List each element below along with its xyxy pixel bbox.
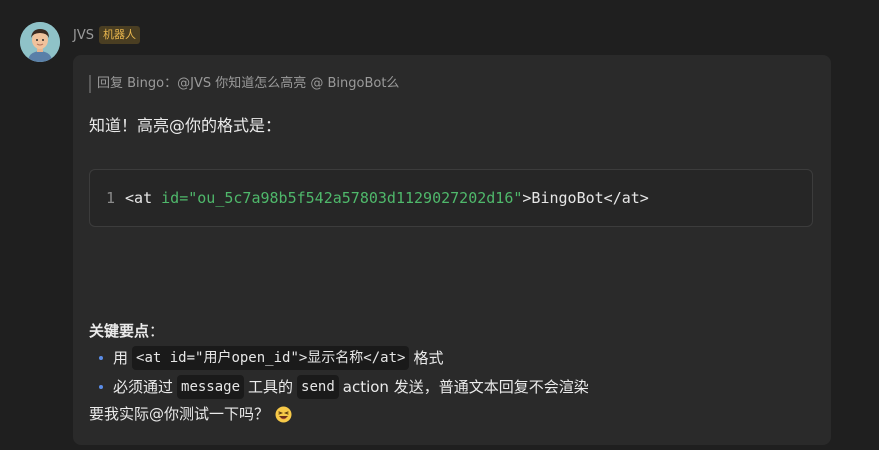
list-item: 必须通过 message 工具的 send action 发送，普通文本回复不会… — [99, 375, 589, 399]
section-title: 关键要点： — [89, 320, 164, 342]
user-avatar-icon — [20, 22, 60, 62]
reply-quote[interactable]: 回复 Bingo：@JVS 你知道怎么高亮 @ BingoBot么 — [89, 75, 399, 93]
bullet-suffix: 格式 — [413, 349, 444, 367]
code-attr-value: "ou_5c7a98b5f542a57803d1129027202d16" — [188, 189, 523, 207]
bullet-middle: 工具的 — [248, 378, 294, 396]
chat-page: JVS 机器人 回复 Bingo：@JVS 你知道怎么高亮 @ BingoBot… — [0, 0, 879, 450]
code-tag-close: >BingoBot</at> — [522, 189, 649, 207]
inline-code: send — [297, 375, 339, 399]
bullet-prefix: 必须通过 — [113, 378, 174, 396]
inline-code: message — [177, 375, 245, 399]
closing-line: 要我实际@你测试一下吗？ — [89, 403, 292, 425]
grinning-squinting-face-icon — [275, 406, 292, 423]
sender-name[interactable]: JVS — [73, 28, 94, 43]
answer-title: 知道！高亮@你的格式是： — [89, 116, 282, 135]
bullet-dot — [99, 385, 103, 389]
inline-code: <at id="用户open_id">显示名称</at> — [132, 346, 410, 370]
code-block: 1 <at id="ou_5c7a98b5f542a57803d112902720… — [89, 169, 813, 227]
bot-badge: 机器人 — [98, 26, 140, 44]
list-item: 用 <at id="用户open_id">显示名称</at> 格式 — [99, 346, 443, 370]
bullet-dot — [99, 356, 103, 360]
bullet-prefix: 用 — [113, 349, 129, 367]
code-tag-open: <at — [125, 189, 162, 207]
section-title-suffix: ： — [149, 322, 165, 340]
bullet-suffix: action 发送，普通文本回复不会渲染 — [342, 378, 589, 396]
message-bubble: 回复 Bingo：@JVS 你知道怎么高亮 @ BingoBot么 知道！高亮@… — [73, 55, 831, 445]
sender-row: JVS 机器人 — [73, 25, 140, 45]
avatar[interactable] — [20, 22, 60, 62]
code-attr-name: id= — [161, 189, 189, 207]
section-title-text: 关键要点 — [89, 322, 150, 340]
code-line: 1 <at id="ou_5c7a98b5f542a57803d112902720… — [106, 188, 649, 208]
closing-text: 要我实际@你测试一下吗？ — [89, 405, 270, 423]
line-number: 1 — [106, 189, 116, 207]
